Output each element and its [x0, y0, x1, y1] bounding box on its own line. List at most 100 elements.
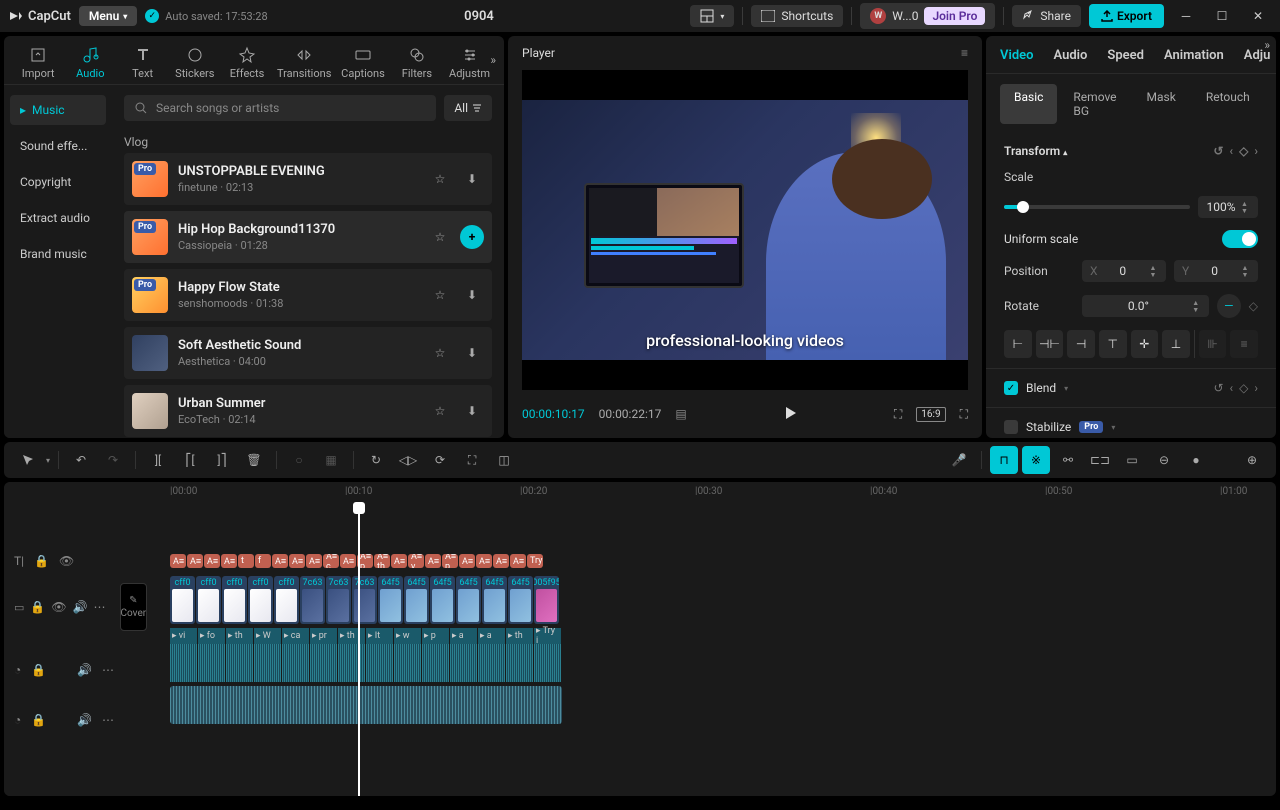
fullscreen-icon[interactable]: ⛶ [960, 407, 968, 422]
timeline-ruler[interactable]: |00:00|00:10|00:20|00:30|00:40|00:50|01:… [4, 482, 1276, 504]
audio-clip[interactable]: ▸ w [394, 628, 421, 682]
player-menu-icon[interactable]: ≡ [961, 46, 968, 60]
filter-all-button[interactable]: All [444, 95, 492, 121]
text-clip[interactable]: A≡ [510, 554, 526, 568]
menu-button[interactable]: Menu▾ [79, 6, 137, 26]
video-clip[interactable]: cff0 [170, 576, 195, 624]
tab-stickers[interactable]: Stickers [173, 42, 217, 84]
redo-button[interactable]: ↷ [99, 446, 127, 474]
close-button[interactable]: ✕ [1244, 6, 1272, 26]
video-clip[interactable]: 005f95 [534, 576, 559, 624]
tab-effects[interactable]: Effects [225, 42, 269, 84]
audio-clip[interactable]: ▸ It [366, 628, 393, 682]
video-clip[interactable]: 7c63 [352, 576, 377, 624]
text-clip[interactable]: Try [527, 554, 543, 568]
shortcuts-button[interactable]: Shortcuts [751, 5, 843, 27]
more-icon[interactable]: ⋯ [102, 713, 114, 727]
add-music-button[interactable]: + [460, 225, 484, 249]
tab-video[interactable]: Video [1000, 48, 1034, 73]
eye-icon[interactable]: 👁 [51, 600, 66, 614]
rotate-reset-icon[interactable]: — [1217, 294, 1241, 318]
mute-icon[interactable]: 🔊 [77, 663, 92, 677]
lock-icon[interactable]: 🔒 [34, 554, 49, 568]
ratio-button[interactable]: 16:9 [916, 407, 945, 422]
join-pro-button[interactable]: Join Pro [924, 7, 985, 25]
scale-slider[interactable] [1004, 205, 1190, 209]
sidebar-item-copyright[interactable]: Copyright [10, 167, 106, 197]
music-item[interactable]: Soft Aesthetic SoundAesthetica · 04:00 ☆… [124, 327, 492, 379]
bgm-clip[interactable] [170, 686, 562, 724]
audio-clip[interactable]: ▸ p [422, 628, 449, 682]
music-item[interactable]: Pro UNSTOPPABLE EVENINGfinetune · 02:13 … [124, 153, 492, 205]
audio-clip[interactable]: ▸ W [254, 628, 281, 682]
align-top[interactable]: ⊤ [1099, 330, 1127, 358]
video-clip[interactable]: 7c63 [300, 576, 325, 624]
audio-clip[interactable]: ▸ th [226, 628, 253, 682]
mirror-tool[interactable]: ◁▷ [394, 446, 422, 474]
music-item[interactable]: Pro Hip Hop Background11370Cassiopeia · … [124, 211, 492, 263]
download-icon[interactable]: ⬇ [460, 399, 484, 423]
trim-left-tool[interactable]: ⎡[ [176, 446, 204, 474]
stabilize-checkbox[interactable] [1004, 420, 1018, 434]
split-tool[interactable]: ]​[ [144, 446, 172, 474]
audio-clip[interactable]: ▸ vi [170, 628, 197, 682]
select-tool[interactable] [14, 446, 42, 474]
video-clip[interactable]: 64f5 [456, 576, 481, 624]
play-button[interactable] [782, 405, 798, 424]
more-inspector-tabs[interactable]: » [1264, 38, 1270, 52]
freeze-tool[interactable]: ◫ [490, 446, 518, 474]
stabilize-section[interactable]: StabilizePro▾ [986, 407, 1276, 438]
marker-tool[interactable]: ▭ [1118, 446, 1146, 474]
tab-captions[interactable]: Captions [339, 42, 387, 84]
text-clip[interactable]: A≡ c [323, 554, 339, 568]
align-center-v[interactable]: ✛ [1131, 330, 1159, 358]
crop-tool[interactable]: ⛶ [458, 446, 486, 474]
tab-audio-inspector[interactable]: Audio [1054, 48, 1088, 73]
more-icon[interactable]: ⋯ [102, 663, 114, 677]
audio-clip[interactable]: ▸ a [450, 628, 477, 682]
player-viewport[interactable]: professional-looking videos [522, 70, 968, 390]
download-icon[interactable]: ⬇ [460, 283, 484, 307]
text-clip[interactable]: A≡ [221, 554, 237, 568]
scale-value[interactable]: 100%▲▼ [1198, 196, 1258, 218]
text-clip[interactable]: A≡ p [442, 554, 458, 568]
video-clip[interactable]: cff0 [274, 576, 299, 624]
sidebar-item-sound-effects[interactable]: Sound effe... [10, 131, 106, 161]
tab-text[interactable]: Text [120, 42, 164, 84]
text-clip[interactable]: A≡ [476, 554, 492, 568]
download-icon[interactable]: ⬇ [460, 167, 484, 191]
undo-button[interactable]: ↶ [67, 446, 95, 474]
reset-transform-icon[interactable]: ↺ [1213, 144, 1223, 158]
text-clip[interactable]: A≡ [391, 554, 407, 568]
text-clip[interactable]: A≡ [493, 554, 509, 568]
rotate-input[interactable]: 0.0°▲▼ [1082, 295, 1209, 317]
tab-filters[interactable]: Filters [395, 42, 439, 84]
workspace-menu[interactable]: W W...0 Join Pro [860, 3, 995, 29]
video-clip[interactable]: 64f5 [482, 576, 507, 624]
sidebar-item-extract-audio[interactable]: Extract audio [10, 203, 106, 233]
audio-clip[interactable]: ▸ Try i [534, 628, 561, 682]
favorite-icon[interactable]: ☆ [428, 225, 452, 249]
text-clip[interactable]: A≡ [306, 554, 322, 568]
more-tabs-button[interactable]: » [490, 53, 496, 67]
video-clip[interactable]: 64f5 [508, 576, 533, 624]
audio-clip[interactable]: ▸ a [478, 628, 505, 682]
text-clip[interactable]: A≡ [204, 554, 220, 568]
video-clip[interactable]: cff0 [248, 576, 273, 624]
tool-b[interactable]: ▦ [317, 446, 345, 474]
distribute-h[interactable]: ⊪ [1199, 330, 1227, 358]
favorite-icon[interactable]: ☆ [428, 283, 452, 307]
rotate-tool[interactable]: ⟳ [426, 446, 454, 474]
music-item[interactable]: Pro Happy Flow Statesenshomoods · 01:38 … [124, 269, 492, 321]
share-button[interactable]: Share [1012, 5, 1081, 27]
preview-tool[interactable]: ⊏⊐ [1086, 446, 1114, 474]
mic-tool[interactable]: 🎤 [945, 446, 973, 474]
tab-animation[interactable]: Animation [1164, 48, 1224, 73]
text-clip[interactable]: A≡ [425, 554, 441, 568]
text-clip[interactable]: A≡ [340, 554, 356, 568]
align-right[interactable]: ⊣ [1067, 330, 1095, 358]
video-clip[interactable]: cff0 [222, 576, 247, 624]
tab-adjustments[interactable]: Adjustm [447, 42, 492, 84]
tab-transitions[interactable]: Transitions [277, 42, 331, 84]
text-clip[interactable]: A≡ [170, 554, 186, 568]
